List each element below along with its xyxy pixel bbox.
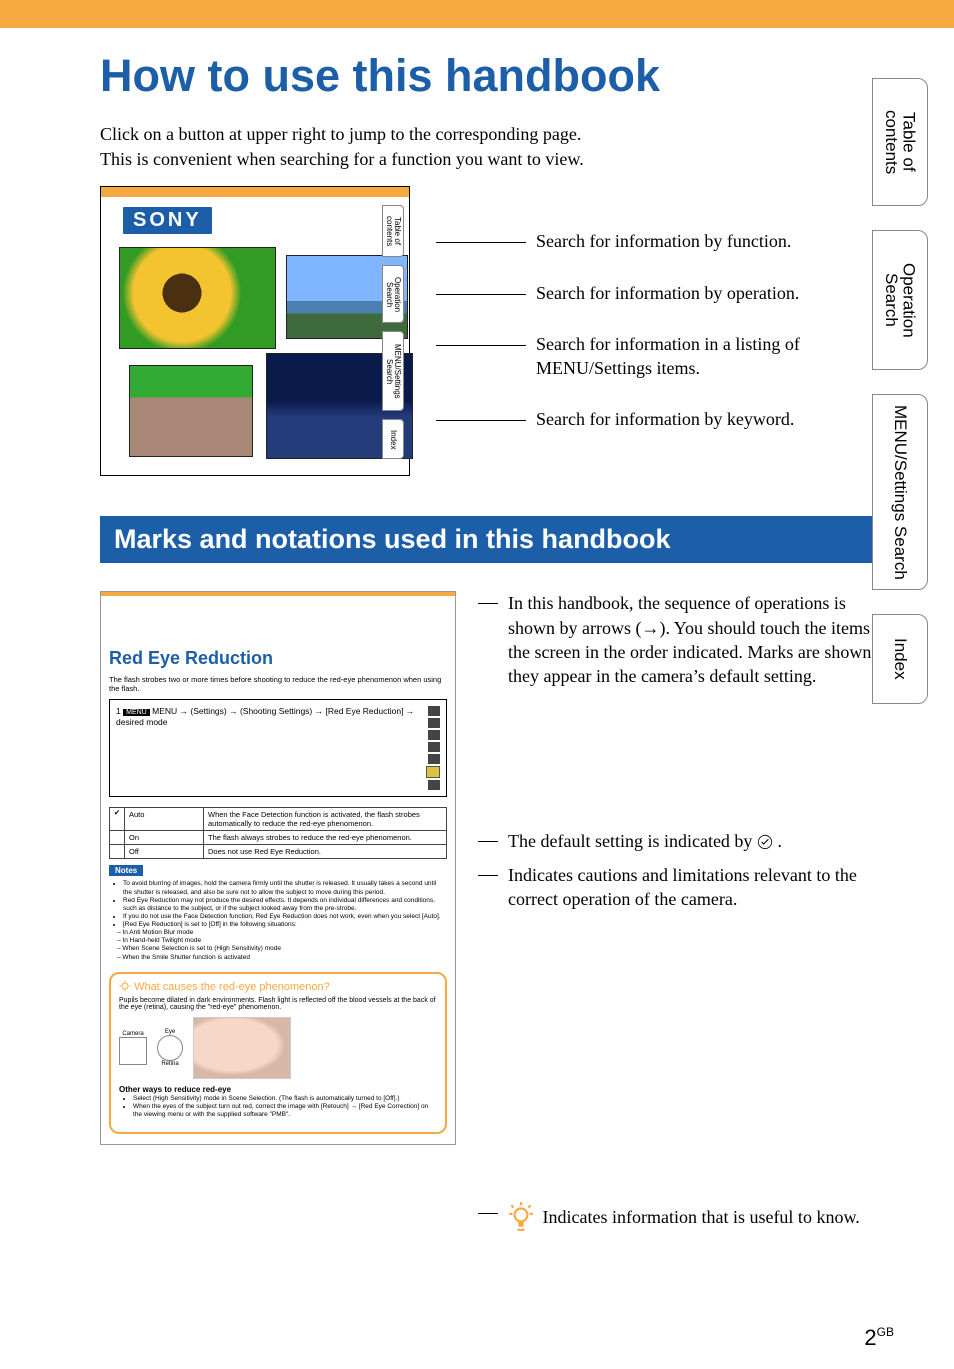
diagram-baby-image	[193, 1017, 291, 1079]
note-item: If you do not use the Face Detection fun…	[123, 913, 447, 921]
leader-rule	[436, 420, 526, 421]
right-nav-tabs: Table of contents Operation Search MENU/…	[872, 78, 928, 704]
cell-label: Auto	[125, 808, 204, 830]
note-sub: – In Hand-held Twilight mode	[117, 937, 447, 945]
thumb-sunflower	[119, 247, 276, 349]
cell-desc: The flash always strobes to reduce the r…	[204, 831, 446, 844]
leader-rule	[478, 603, 498, 688]
leader-rule	[436, 294, 526, 295]
intro-text: Click on a button at upper right to jump…	[100, 122, 894, 172]
sample-tip-box: What causes the red-eye phenomenon? Pupi…	[109, 972, 447, 1134]
callout-sequence: In this handbook, the sequence of operat…	[508, 591, 894, 688]
tab-descriptions: Search for information by function. Sear…	[436, 230, 894, 431]
leader-rule	[478, 841, 498, 853]
sample-tip-lead: Pupils become dilated in dark environmen…	[119, 997, 437, 1011]
callout-notes: Indicates cautions and limitations relev…	[508, 863, 894, 912]
cover-tab-ops[interactable]: Operation Search	[382, 265, 404, 323]
intro-line1: Click on a button at upper right to jump…	[100, 124, 581, 144]
sample-tip-diagram: Camera Eye Retina	[119, 1017, 437, 1079]
note-sub: – When Scene Selection is set to (High S…	[117, 945, 447, 953]
other-way-item: When the eyes of the subject turn out re…	[133, 1103, 437, 1119]
nav-tab-menu-settings-search[interactable]: MENU/Settings Search	[872, 394, 928, 590]
note-sub: – In Anti Motion Blur mode	[117, 929, 447, 937]
page-number: 2GB	[864, 1325, 894, 1351]
sample-mode-icons	[426, 706, 440, 790]
cell-desc: When the Face Detection function is acti…	[204, 808, 446, 830]
sample-notes-list: To avoid blurring of images, hold the ca…	[109, 880, 447, 961]
sample-page-preview: Red Eye Reduction The flash strobes two …	[100, 591, 456, 1144]
callout-tip: Indicates information that is useful to …	[508, 1201, 860, 1231]
hint-bulb-icon	[508, 1201, 534, 1231]
leader-rule	[478, 875, 498, 912]
sample-step-num: 1	[116, 706, 121, 716]
top-accent-bar	[0, 0, 954, 28]
leader-rule	[478, 1213, 498, 1231]
sample-lead: The flash strobes two or more times befo…	[109, 675, 447, 693]
cell-mark	[110, 831, 125, 844]
leader-rule	[436, 242, 526, 243]
diagram-eye-label: Eye	[157, 1029, 183, 1035]
sample-step-box: 1 MENU MENU → (Settings) → (Shooting Set…	[109, 699, 447, 797]
diagram-retina-label: Retina	[157, 1061, 183, 1067]
callouts-column: In this handbook, the sequence of operat…	[478, 591, 894, 1231]
notes-badge: Notes	[109, 865, 143, 876]
nav-tab-index[interactable]: Index	[872, 614, 928, 704]
cell-label: On	[125, 831, 204, 844]
note-item: To avoid blurring of images, hold the ca…	[123, 880, 447, 896]
cell-mark	[110, 845, 125, 858]
note-item: Red Eye Reduction may not produce the de…	[123, 897, 447, 913]
sample-step-text: MENU → (Settings) → (Shooting Settings) …	[116, 706, 414, 727]
handbook-cover-preview: SONY Table of contents Operation Search …	[100, 186, 410, 476]
callout-default: The default setting is indicated by .	[508, 829, 782, 853]
sample-options-table: ✔AutoWhen the Face Detection function is…	[109, 807, 447, 859]
hint-by-keyword: Search for information by keyword.	[536, 408, 794, 431]
cover-side-tabs: Table of contents Operation Search MENU/…	[382, 205, 404, 459]
diagram-camera-label: Camera	[119, 1031, 147, 1037]
brand-logo: SONY	[123, 207, 212, 234]
cover-tab-menu[interactable]: MENU/Settings Search	[382, 331, 404, 411]
sample-accent-bar	[101, 592, 455, 596]
nav-tab-toc[interactable]: Table of contents	[872, 78, 928, 206]
cell-desc: Does not use Red Eye Reduction.	[204, 845, 446, 858]
sample-tip-title: What causes the red-eye phenomenon?	[119, 980, 437, 993]
page-number-suffix: GB	[877, 1325, 894, 1339]
note-sub: – When the Smile Shutter function is act…	[117, 954, 447, 962]
cell-label: Off	[125, 845, 204, 858]
hint-by-menu: Search for information in a listing of M…	[536, 333, 894, 380]
cover-tab-toc[interactable]: Table of contents	[382, 205, 404, 257]
page-title: How to use this handbook	[100, 50, 894, 102]
other-way-item: Select (High Sensitivity) mode in Scene …	[133, 1095, 437, 1103]
thumb-cat	[129, 365, 253, 457]
section-heading-marks: Marks and notations used in this handboo…	[100, 516, 894, 563]
default-check-icon	[757, 834, 773, 850]
cell-mark: ✔	[110, 808, 125, 830]
other-ways-heading: Other ways to reduce red-eye	[119, 1085, 437, 1094]
nav-tab-operation-search[interactable]: Operation Search	[872, 230, 928, 370]
sample-title: Red Eye Reduction	[109, 648, 447, 669]
leader-rule	[436, 345, 526, 346]
cover-tab-index[interactable]: Index	[382, 419, 404, 459]
intro-line2: This is convenient when searching for a …	[100, 149, 584, 169]
cover-accent-bar	[101, 187, 409, 197]
note-item: [Red Eye Reduction] is set to [Off] in t…	[123, 921, 447, 929]
hint-by-operation: Search for information by operation.	[536, 282, 799, 305]
hint-by-function: Search for information by function.	[536, 230, 791, 253]
